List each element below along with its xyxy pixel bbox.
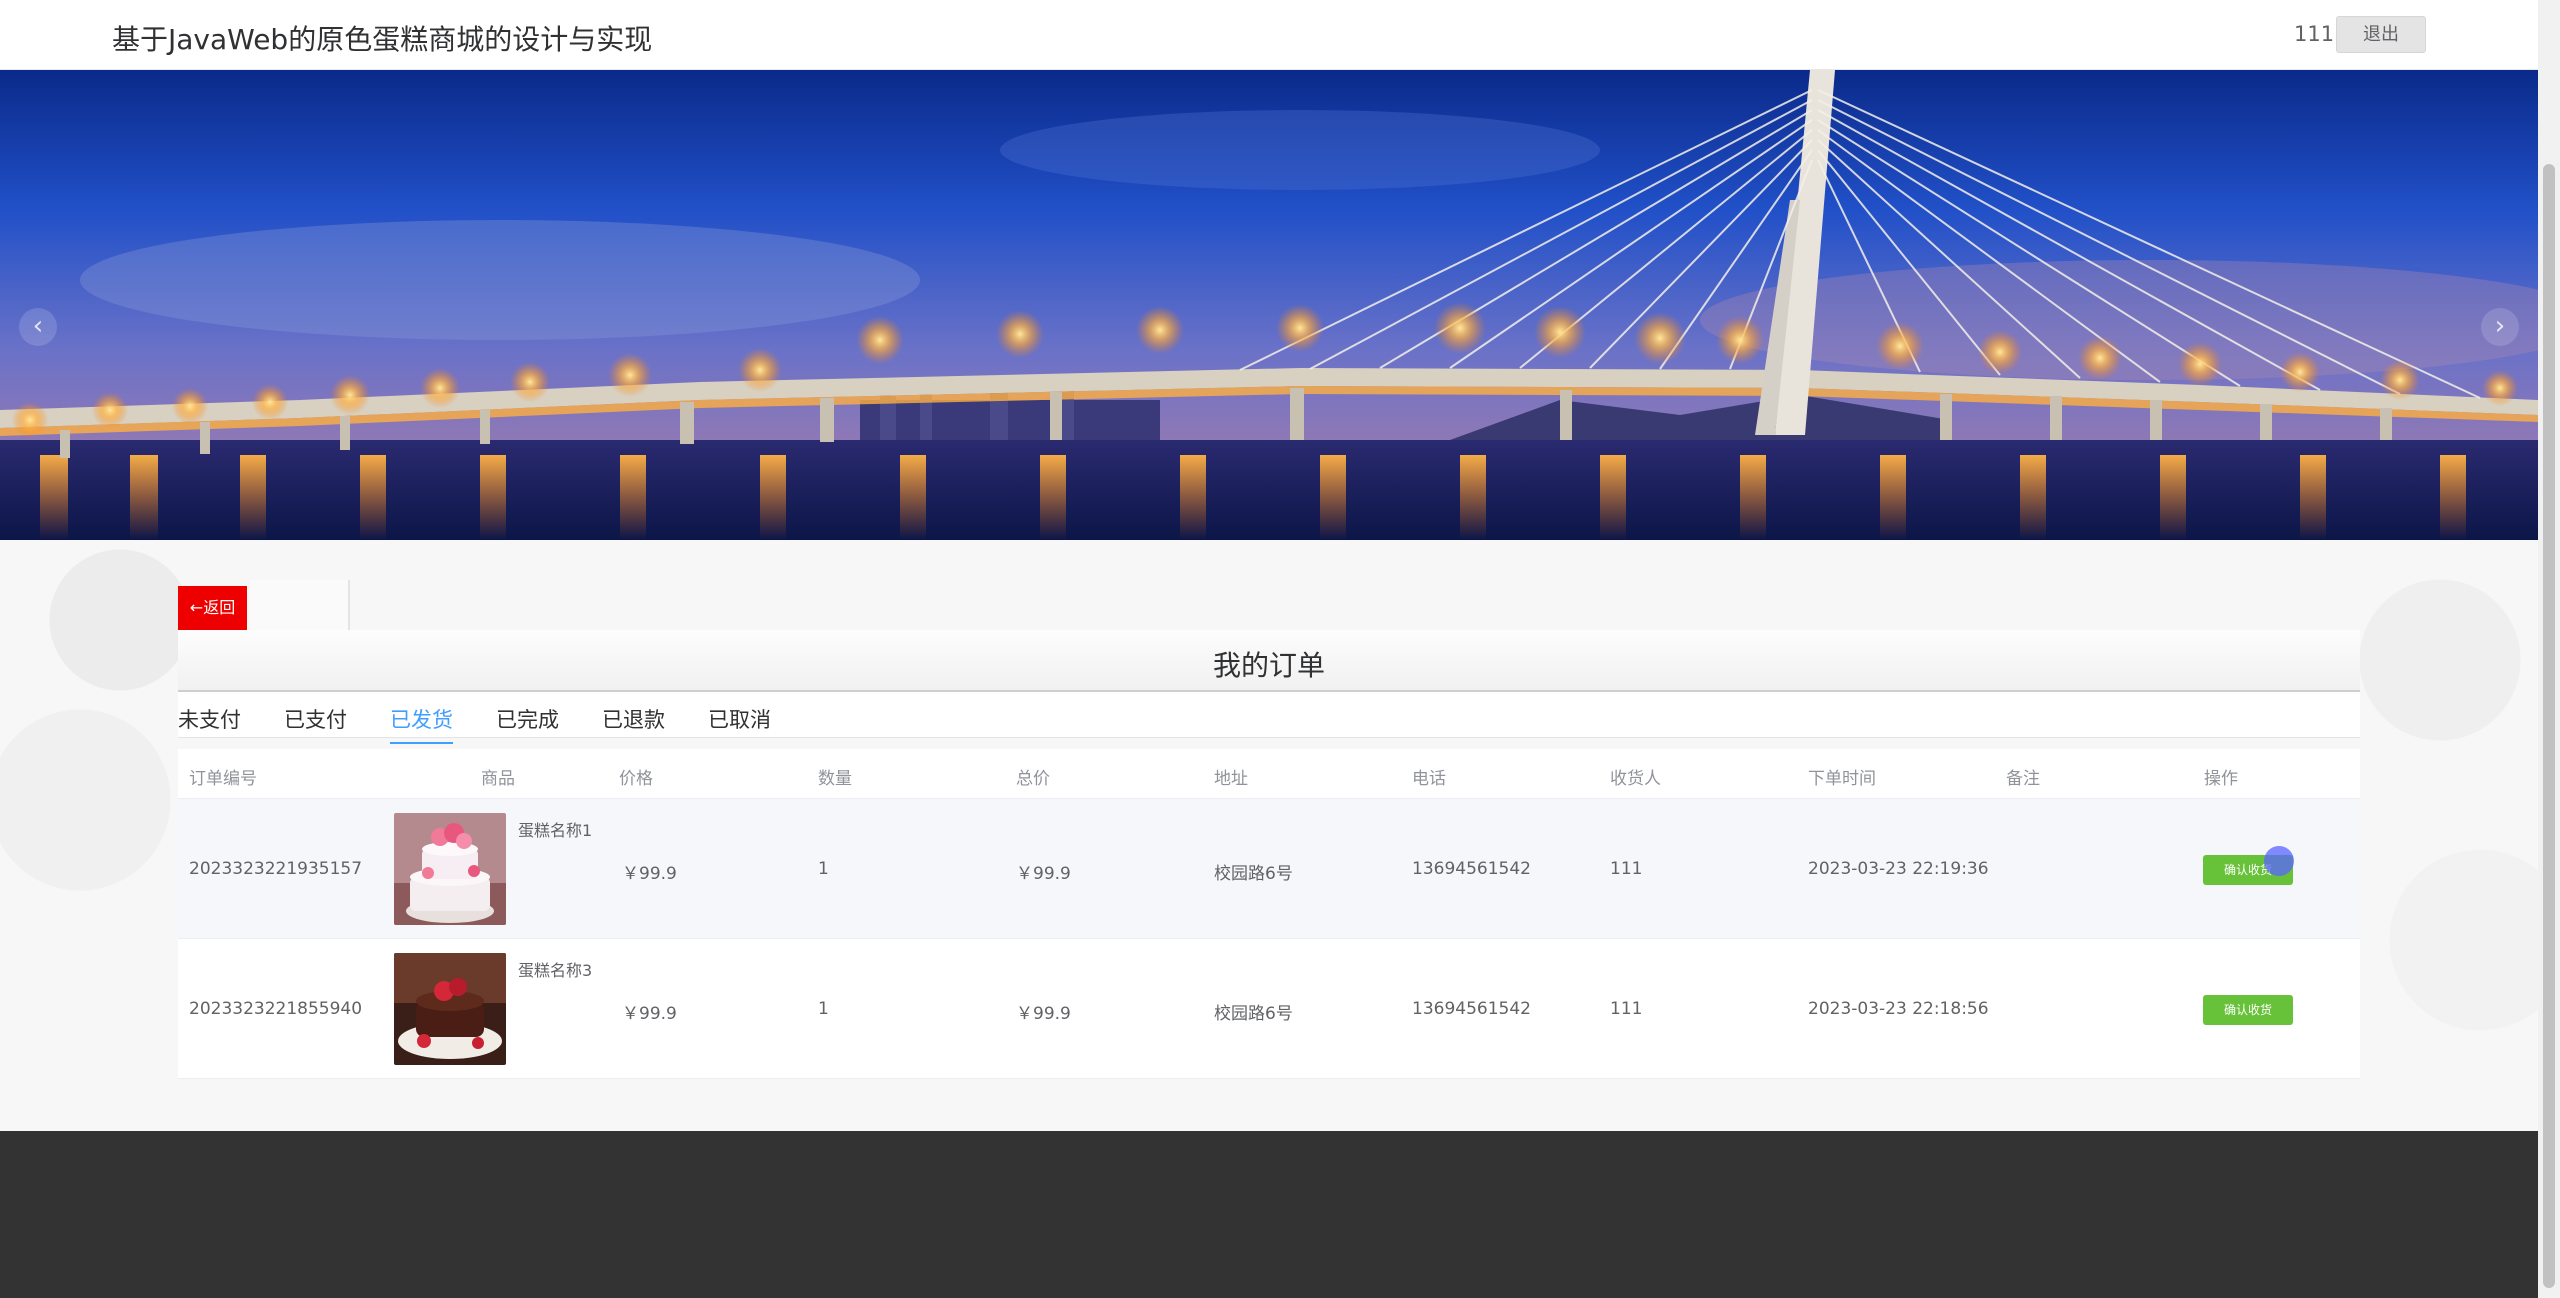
- address: 校园路6号: [1214, 864, 1293, 884]
- col-remark: 备注: [2006, 769, 2040, 789]
- logout-button[interactable]: 退出: [2336, 16, 2426, 53]
- col-action: 操作: [2204, 769, 2238, 789]
- table-header: 订单编号 商品 价格 数量 总价 地址 电话 收货人 下单时间 备注 操作: [178, 749, 2360, 799]
- table-row: 2023323221855940 蛋糕名称3 ￥99.9 1 ￥99.9 校园路…: [178, 939, 2360, 1079]
- phone: 13694561542: [1412, 999, 1531, 1019]
- tab-refunded[interactable]: 已退款: [602, 704, 665, 742]
- page-scrollbar[interactable]: [2538, 0, 2560, 1298]
- order-status-tabs: 未支付 已支付 已发货 已完成 已退款 已取消: [178, 692, 2360, 744]
- phone: 13694561542: [1412, 859, 1531, 879]
- tab-shipped[interactable]: 已发货: [390, 704, 453, 744]
- quantity: 1: [818, 859, 829, 879]
- address: 校园路6号: [1214, 1004, 1293, 1024]
- carousel-prev-icon[interactable]: ‹: [19, 308, 57, 346]
- order-no: 2023323221935157: [189, 859, 363, 879]
- orders-panel: 我的订单 未支付 已支付 已发货 已完成 已退款 已取消 订单编号 商品 价格 …: [178, 630, 2360, 1092]
- col-qty: 数量: [818, 769, 852, 789]
- product-name[interactable]: 蛋糕名称1: [518, 817, 592, 841]
- panel-title-bar: 我的订单: [178, 630, 2360, 692]
- price: ￥99.9: [622, 864, 677, 884]
- quantity: 1: [818, 999, 829, 1019]
- cake-thumbnail[interactable]: [394, 953, 506, 1065]
- receiver: 111: [1610, 999, 1643, 1019]
- tab-decoration: [250, 580, 350, 632]
- page-footer: [0, 1131, 2538, 1298]
- order-time: 2023-03-23 22:18:56: [1808, 999, 1989, 1019]
- order-no: 2023323221855940: [189, 999, 363, 1019]
- tab-unpaid[interactable]: 未支付: [178, 704, 241, 742]
- price: ￥99.9: [622, 1004, 677, 1024]
- receiver: 111: [1610, 859, 1643, 879]
- tab-completed[interactable]: 已完成: [496, 704, 559, 742]
- order-time: 2023-03-23 22:19:36: [1808, 859, 1989, 879]
- page-title: 我的订单: [1212, 649, 1325, 682]
- col-order-time: 下单时间: [1808, 769, 1876, 789]
- bridge-night-image: [0, 70, 2538, 540]
- site-title: 基于JavaWeb的原色蛋糕商城的设计与实现: [112, 23, 653, 56]
- total-price: ￥99.9: [1016, 1004, 1071, 1024]
- cursor-indicator-icon: [2264, 846, 2294, 876]
- back-button[interactable]: ←返回: [178, 586, 247, 630]
- product-name[interactable]: 蛋糕名称3: [518, 957, 592, 981]
- col-total: 总价: [1016, 769, 1050, 789]
- orders-table: 订单编号 商品 价格 数量 总价 地址 电话 收货人 下单时间 备注 操作 20…: [178, 749, 2360, 1079]
- carousel-next-icon[interactable]: ›: [2481, 308, 2519, 346]
- table-row: 2023323221935157 蛋糕名称1 ￥99.9 1 ￥99.9 校园路…: [178, 799, 2360, 939]
- orders-section: ←返回 我的订单 未支付 已支付 已发货 已完成 已退款 已取消 订单编号 商品…: [0, 540, 2538, 1131]
- col-product: 商品: [481, 769, 515, 789]
- banner-carousel: ‹ ›: [0, 70, 2538, 540]
- col-price: 价格: [619, 769, 653, 789]
- top-header: 基于JavaWeb的原色蛋糕商城的设计与实现 111 退出: [0, 0, 2538, 70]
- tab-paid[interactable]: 已支付: [284, 704, 347, 742]
- col-address: 地址: [1214, 769, 1248, 789]
- scrollbar-thumb[interactable]: [2543, 164, 2555, 1288]
- username[interactable]: 111: [2294, 22, 2334, 46]
- col-receiver: 收货人: [1610, 769, 1661, 789]
- confirm-receipt-button[interactable]: 确认收货: [2203, 995, 2293, 1025]
- col-phone: 电话: [1412, 769, 1446, 789]
- tab-cancelled[interactable]: 已取消: [708, 704, 771, 742]
- cake-thumbnail[interactable]: [394, 813, 506, 925]
- col-order-no: 订单编号: [189, 769, 257, 789]
- total-price: ￥99.9: [1016, 864, 1071, 884]
